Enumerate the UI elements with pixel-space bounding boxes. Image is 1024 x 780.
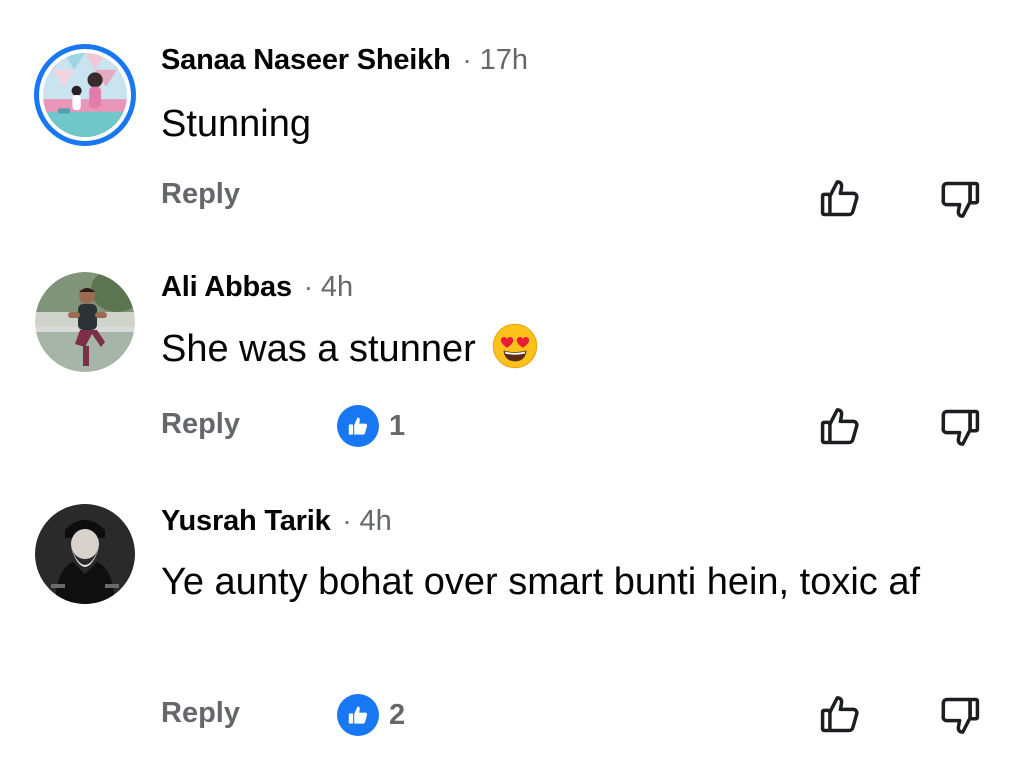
like-button[interactable] [818, 404, 862, 448]
comment-time[interactable]: 17h [480, 44, 528, 77]
avatar[interactable] [34, 44, 136, 146]
avatar-image [35, 272, 135, 372]
thumbs-up-outline-icon [820, 408, 859, 445]
avatar-image [43, 53, 127, 137]
reply-button[interactable]: Reply [161, 178, 240, 211]
like-count: 1 [389, 409, 406, 442]
thumbs-up-outline-icon [820, 180, 859, 217]
reply-button[interactable]: Reply [161, 697, 240, 730]
avatar[interactable] [35, 504, 135, 604]
reply-button[interactable]: Reply [161, 408, 240, 441]
comment-time[interactable]: 4h [321, 271, 353, 304]
comment-text: She was a stunner [161, 328, 476, 370]
like-reaction-icon [337, 694, 379, 736]
separator-dot: · [303, 272, 313, 302]
comment-author[interactable]: Sanaa Naseer Sheikh [161, 44, 451, 77]
thumbs-down-outline-icon [941, 409, 980, 446]
reaction-summary[interactable]: 1 [337, 405, 405, 447]
comment-author[interactable]: Ali Abbas [161, 271, 292, 304]
comment-text: Stunning [161, 103, 312, 145]
comment-text-block: Ye aunty bohat over smart bunti hein, to… [161, 557, 981, 607]
separator-dot: · [462, 45, 472, 75]
thumbs-down-outline-icon [941, 697, 980, 734]
dislike-button[interactable] [938, 694, 982, 738]
dislike-button[interactable] [938, 406, 982, 450]
heart-eyes-emoji [493, 323, 538, 369]
avatar[interactable] [35, 272, 135, 372]
comment-author[interactable]: Yusrah Tarik [161, 505, 331, 538]
comment-text-block: She was a stunner [161, 323, 981, 374]
comment-text-block: Stunning [161, 99, 981, 149]
like-button[interactable] [818, 692, 862, 736]
avatar-image [35, 504, 135, 604]
thumbs-down-outline-icon [941, 181, 980, 218]
comment-time[interactable]: 4h [360, 505, 392, 538]
comment-text: Ye aunty bohat over smart bunti hein, to… [161, 561, 921, 603]
like-reaction-icon [337, 405, 379, 447]
reaction-summary[interactable]: 2 [337, 694, 405, 736]
like-button[interactable] [818, 176, 862, 220]
dislike-button[interactable] [938, 178, 982, 222]
like-count: 2 [389, 698, 406, 731]
separator-dot: · [342, 506, 352, 536]
thumbs-up-outline-icon [820, 696, 859, 733]
